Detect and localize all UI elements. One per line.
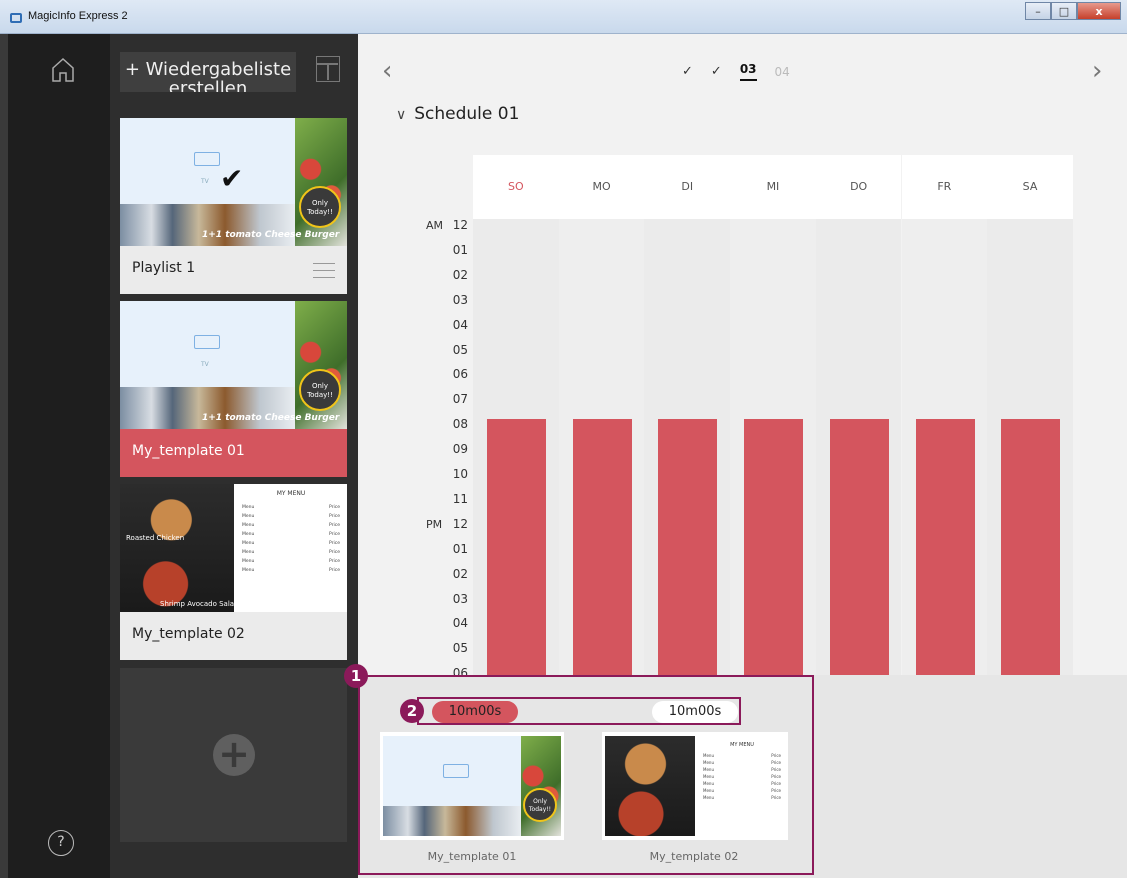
menu-icon[interactable] (313, 263, 335, 278)
promo-badge: Only Today!! (523, 788, 557, 822)
photo-caption: 1+1 tomato Cheese Burger (202, 230, 340, 240)
card-label: Playlist 1 (132, 260, 196, 276)
day-header-di: DI (644, 155, 731, 219)
playlist-card[interactable]: Roasted Chicken Shrimp Avocado Salad MY … (120, 484, 347, 660)
card-label: My_template 01 (132, 443, 245, 459)
tv-icon (443, 764, 469, 778)
hour-label: 05 (452, 342, 468, 357)
day-header-fr: FR (901, 155, 988, 219)
food-image (120, 484, 234, 612)
chevron-down-icon[interactable]: ∨ (396, 107, 406, 123)
hour-label: 07 (452, 392, 468, 407)
help-icon[interactable]: ? (48, 830, 74, 856)
hour-label: 01 (452, 541, 468, 556)
duration-pill[interactable]: 10m00s (652, 701, 738, 723)
tv-icon (194, 335, 220, 349)
day-header-mo: MO (558, 155, 645, 219)
chevron-right-icon[interactable]: › (1092, 56, 1102, 86)
close-button[interactable]: x (1077, 2, 1121, 20)
day-header-do: DO (815, 155, 902, 219)
hour-label: 05 (452, 641, 468, 656)
tv-icon (194, 152, 220, 166)
create-playlist-button[interactable]: + Wiedergabeliste erstellen (120, 52, 296, 92)
card-label: My_template 02 (132, 626, 245, 642)
app-icon (10, 13, 22, 23)
window-title: MagicInfo Express 2 (28, 10, 128, 22)
photo-caption: 1+1 tomato Cheese Burger (202, 413, 340, 423)
window-titlebar: MagicInfo Express 2 – □ x (0, 0, 1127, 34)
hour-label: 08 (452, 417, 468, 432)
hour-label: 06 (452, 367, 468, 382)
hour-label: 10 (452, 467, 468, 481)
hour-label: 12 (452, 516, 468, 531)
playlist-card[interactable]: TV 1+1 tomato Cheese Burger Only Today!!… (120, 118, 347, 294)
content-thumbnail-1[interactable]: Only Today!! (380, 732, 564, 840)
hour-label: 02 (452, 566, 468, 581)
content-thumbnail-2[interactable]: MY MENU Menu Price Menu Price Menu Price Me… (602, 732, 788, 840)
window-controls: – □ x (1025, 2, 1121, 20)
menu-list: MY MENU Menu Price Menu Price Menu Price Me… (242, 490, 340, 573)
hour-label: 01 (452, 242, 468, 257)
maximize-button[interactable]: □ (1051, 2, 1077, 20)
promo-badge: Only Today!! (299, 369, 341, 411)
hour-label: 11 (452, 491, 468, 506)
layout-icon[interactable] (316, 56, 340, 82)
callout-marker-1: 1 (344, 664, 368, 688)
minimize-button[interactable]: – (1025, 2, 1051, 20)
hour-label: 03 (452, 292, 468, 307)
promo-badge: Only Today!! (299, 186, 341, 228)
am-label: AM (426, 219, 444, 232)
step-3-current[interactable]: 03 (739, 62, 757, 81)
plus-icon[interactable]: + (213, 734, 255, 776)
chevron-left-icon[interactable]: ‹ (382, 56, 392, 86)
duration-pill-active[interactable]: 10m00s (432, 701, 518, 723)
thumbnail-label-1: My_template 01 (427, 850, 517, 863)
burger-image (383, 806, 521, 836)
card-thumbnail: TV 1+1 tomato Cheese Burger Only Today!!… (120, 118, 347, 246)
highlight-box-2: 10m00s 10m00s (417, 697, 741, 725)
hour-label: 09 (452, 442, 468, 457)
schedule-title[interactable]: ∨ Schedule 01 (396, 104, 519, 124)
hour-label: 02 (452, 267, 468, 282)
playlist-card-selected[interactable]: TV 1+1 tomato Cheese Burger Only Today!!… (120, 301, 347, 477)
sidebar: ? (0, 34, 110, 878)
menu-list: MY MENU Menu Price Menu Price Menu Price Me… (703, 742, 781, 800)
home-icon[interactable] (50, 56, 76, 84)
check-icon: ✔ (220, 162, 244, 195)
hour-label: 12 (452, 218, 468, 232)
hour-label: 03 (452, 591, 468, 606)
callout-marker-2: 2 (400, 699, 424, 723)
day-header-mi: MI (730, 155, 816, 219)
add-playlist-card[interactable]: + (120, 668, 347, 842)
playlist-panel: + Wiedergabeliste erstellen TV 1+1 tomat… (110, 34, 358, 878)
food-image (605, 736, 695, 836)
hour-label: 04 (452, 317, 468, 332)
step-indicator: ✓ ✓ 03 04 (682, 62, 790, 81)
step-1-check[interactable]: ✓ (682, 64, 693, 79)
day-header-so: SO (473, 155, 559, 219)
weekly-schedule-grid: SO MO DI MI DO FR SA (473, 155, 1073, 720)
card-thumbnail: Roasted Chicken Shrimp Avocado Salad MY … (120, 484, 347, 612)
step-4[interactable]: 04 (775, 65, 790, 79)
thumbnail-label-2: My_template 02 (649, 850, 739, 863)
hour-label: 04 (452, 616, 468, 631)
card-thumbnail: TV 1+1 tomato Cheese Burger Only Today!! (120, 301, 347, 429)
step-2-check[interactable]: ✓ (711, 64, 722, 79)
day-header-sa: SA (987, 155, 1073, 219)
pm-label: PM (426, 517, 443, 531)
